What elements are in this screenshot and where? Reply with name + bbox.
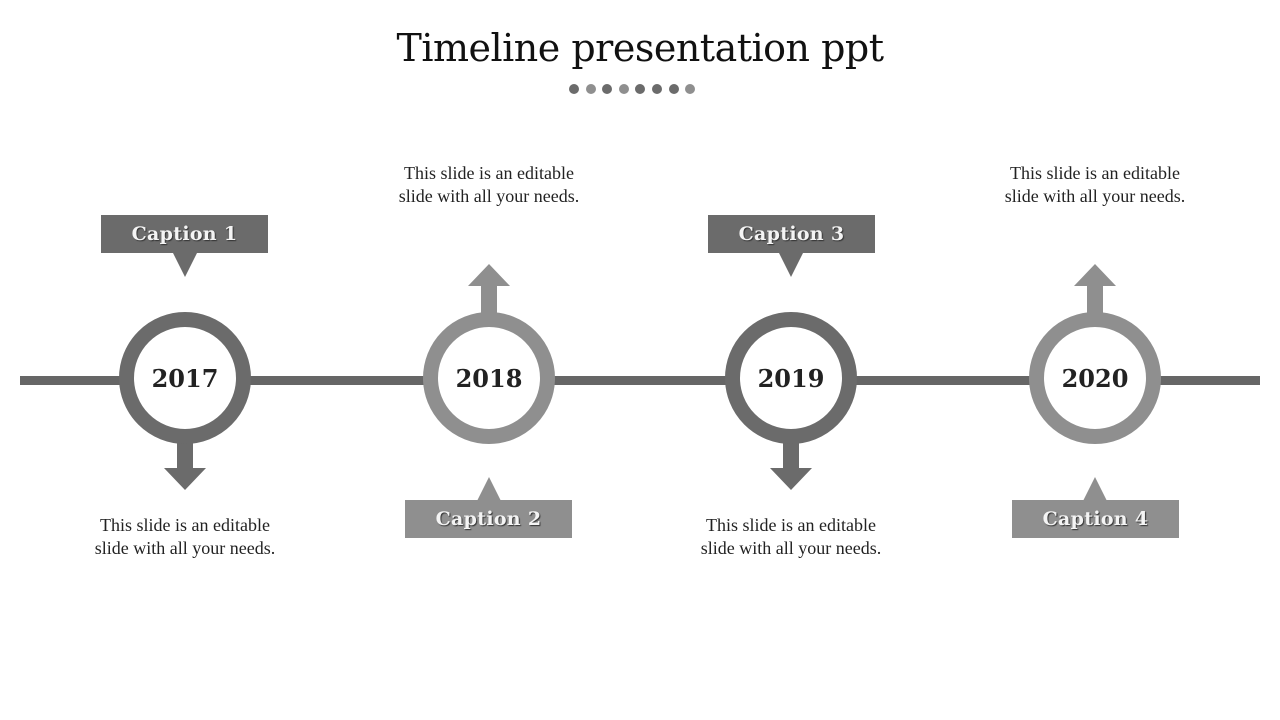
milestone-node-2018: 2018 xyxy=(423,312,555,444)
up-arrow-icon xyxy=(468,264,510,316)
dot-icon xyxy=(651,84,662,94)
dot-icon xyxy=(569,84,579,94)
caption-box: Caption 4 xyxy=(1012,500,1179,538)
slide-title: Timeline presentation ppt xyxy=(396,26,884,70)
caption-box: Caption 1 xyxy=(101,215,268,253)
caption-box: Caption 3 xyxy=(708,215,875,253)
down-arrow-icon xyxy=(164,440,206,490)
caption-pointer-down-icon xyxy=(173,253,197,277)
down-arrow-icon xyxy=(770,440,812,490)
milestone-year: 2020 xyxy=(1061,363,1129,393)
milestone-node-2020: 2020 xyxy=(1029,312,1161,444)
caption-pointer-up-icon xyxy=(477,477,501,501)
milestone-node-2019: 2019 xyxy=(725,312,857,444)
decorative-dots xyxy=(569,84,696,94)
milestone-description: This slide is an editable slide with all… xyxy=(398,163,580,206)
caption-label: Caption 1 xyxy=(131,223,238,245)
caption-pointer-down-icon xyxy=(779,253,803,277)
caption-label: Caption 2 xyxy=(435,508,542,530)
milestone-year: 2017 xyxy=(151,363,219,393)
milestone-description: This slide is an editable slide with all… xyxy=(700,515,882,558)
dot-icon xyxy=(635,84,646,94)
milestone-description: This slide is an editable slide with all… xyxy=(1004,163,1186,206)
dot-icon xyxy=(585,84,596,94)
caption-pointer-up-icon xyxy=(1083,477,1107,501)
dot-icon xyxy=(602,84,613,94)
dot-icon xyxy=(618,84,629,94)
caption-box: Caption 2 xyxy=(405,500,572,538)
caption-label: Caption 3 xyxy=(738,223,845,245)
milestone-node-2017: 2017 xyxy=(119,312,251,444)
milestone-year: 2019 xyxy=(757,363,825,393)
milestone-year: 2018 xyxy=(455,363,523,393)
dot-icon xyxy=(685,84,696,94)
dot-icon xyxy=(668,84,679,94)
milestone-description: This slide is an editable slide with all… xyxy=(94,515,276,558)
up-arrow-icon xyxy=(1074,264,1116,316)
caption-label: Caption 4 xyxy=(1042,508,1149,530)
